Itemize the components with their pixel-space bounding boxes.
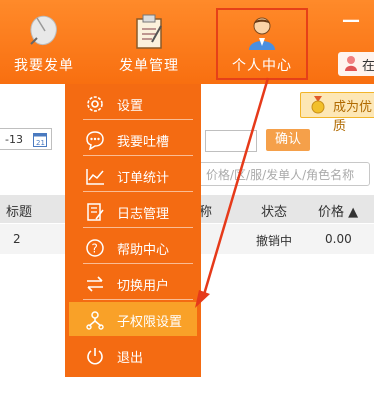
annotation-arrow (195, 77, 270, 308)
